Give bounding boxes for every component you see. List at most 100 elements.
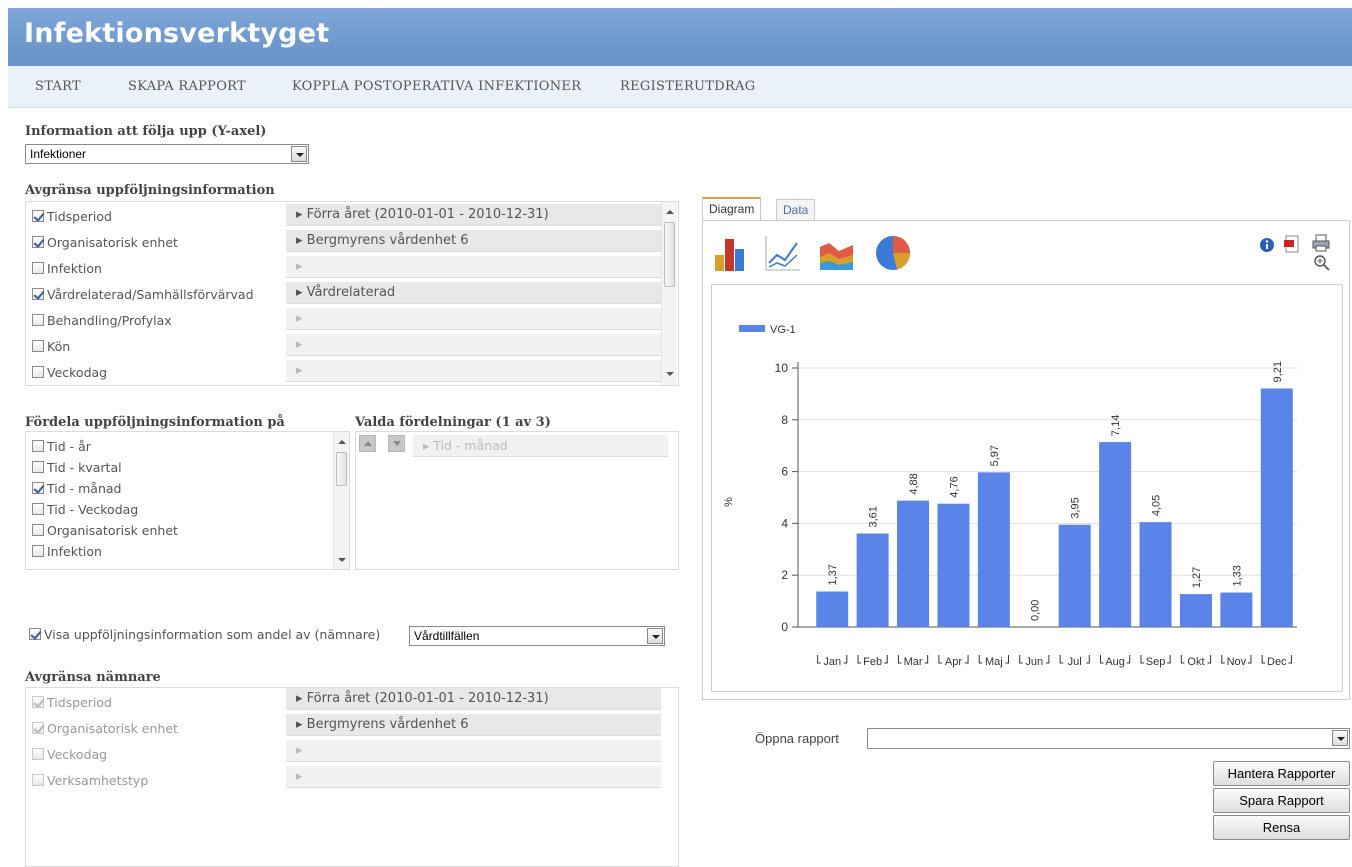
limit-value-kon[interactable]: ▸	[286, 334, 661, 356]
checkbox-kon[interactable]	[32, 340, 44, 352]
dist-row-ar[interactable]: Tid - år	[32, 438, 91, 456]
pdf-icon[interactable]	[1283, 235, 1301, 253]
checkbox-dist-infektion[interactable]	[32, 545, 44, 557]
chevron-down-icon[interactable]	[647, 628, 663, 644]
limit-value-tidsperiod[interactable]: ▸ Förra året (2010-01-01 - 2010-12-31)	[286, 204, 661, 226]
scroll-thumb[interactable]	[664, 222, 675, 287]
limit-value-infektion[interactable]: ▸	[286, 256, 661, 278]
move-up-button[interactable]	[359, 435, 376, 452]
x-tick-bracket	[1005, 655, 1009, 664]
area-chart-icon[interactable]	[817, 233, 857, 273]
limit-value-veckodag[interactable]: ▸	[286, 360, 661, 382]
bar-chart-icon[interactable]	[711, 233, 751, 273]
selected-distribution-text: Tid - månad	[433, 438, 508, 453]
limit-panel: Tidsperiod Organisatorisk enhet Infektio…	[25, 201, 679, 386]
dist-row-manad[interactable]: Tid - månad	[32, 480, 121, 498]
info-icon[interactable]	[1259, 237, 1275, 253]
dist-row-org[interactable]: Organisatorisk enhet	[32, 522, 178, 540]
limit-row-kon[interactable]: Kön	[32, 338, 70, 356]
tab-data[interactable]: Data	[776, 199, 816, 221]
denominator-panel: Tidsperiod Organisatorisk enhet Veckodag…	[25, 687, 679, 867]
bar-value-label: 5,97	[989, 445, 1001, 466]
denom-value-veckodag[interactable]: ▸	[286, 740, 661, 762]
bar-value-label: 7,14	[1110, 415, 1122, 436]
clear-button[interactable]: Rensa	[1213, 815, 1350, 840]
limit-row-org[interactable]: Organisatorisk enhet	[32, 234, 178, 252]
bar	[937, 503, 970, 627]
checkbox-tid-ar[interactable]	[32, 440, 44, 452]
bar	[1220, 592, 1253, 627]
x-tick-bracket	[884, 655, 888, 664]
x-tick-bracket	[978, 655, 983, 664]
dist-row-infektion[interactable]: Infektion	[32, 543, 102, 561]
limit-value-text: Förra året (2010-01-01 - 2010-12-31)	[306, 207, 549, 222]
line-chart-icon[interactable]	[763, 233, 803, 273]
limit-row-infektion[interactable]: Infektion	[32, 260, 102, 278]
denom-row-label: Tidsperiod	[47, 695, 112, 710]
dist-row-veckodag[interactable]: Tid - Veckodag	[32, 501, 138, 519]
checkbox-tid-kvartal[interactable]	[32, 461, 44, 473]
checkbox-org-enhet[interactable]	[32, 236, 44, 248]
checkbox-behandling[interactable]	[32, 314, 44, 326]
x-tick-bracket	[1288, 655, 1292, 664]
yaxis-select[interactable]: Infektioner	[25, 144, 309, 164]
denom-value-org[interactable]: ▸ Bergmyrens vårdenhet 6	[286, 714, 661, 736]
denom-value-text: Förra året (2010-01-01 - 2010-12-31)	[306, 691, 549, 706]
limit-row-tidsperiod[interactable]: Tidsperiod	[32, 208, 112, 226]
limit-value-vardrelaterad[interactable]: ▸ Vårdrelaterad	[286, 282, 661, 304]
scroll-up-icon[interactable]	[338, 440, 346, 444]
scroll-down-icon[interactable]	[666, 372, 674, 376]
nav-koppla-postoperativa[interactable]: KOPPLA POSTOPERATIVA INFEKTIONER	[292, 79, 581, 94]
limit-row-label: Infektion	[47, 261, 102, 276]
limit-row-behandling[interactable]: Behandling/Profylax	[32, 312, 172, 330]
pie-chart-icon[interactable]	[873, 233, 913, 273]
x-tick-bracket	[817, 655, 821, 664]
limit-value-org[interactable]: ▸ Bergmyrens vårdenhet 6	[286, 230, 661, 252]
chevron-down-icon[interactable]	[291, 146, 307, 162]
checkbox-vardrelaterad[interactable]	[32, 288, 44, 300]
zoom-icon[interactable]	[1313, 254, 1331, 272]
checkbox-infektion[interactable]	[32, 262, 44, 274]
selected-distribution-item[interactable]: ▸ Tid - månad	[413, 435, 668, 457]
x-tick-bracket	[1126, 655, 1131, 664]
tab-diagram[interactable]: Diagram	[702, 197, 762, 221]
limit-row-vardrelaterad[interactable]: Vårdrelaterad/Samhällsförvärvad	[32, 286, 254, 304]
distribute-scrollbar[interactable]	[333, 432, 349, 569]
limit-value-behandling[interactable]: ▸	[286, 308, 661, 330]
y-tick-label: 6	[781, 465, 788, 479]
limit-row-veckodag[interactable]: Veckodag	[32, 364, 107, 382]
checkbox-dist-org[interactable]	[32, 524, 44, 536]
app-title: Infektionsverktyget	[24, 18, 330, 49]
checkbox-tid-veckodag[interactable]	[32, 503, 44, 515]
denom-row-veckodag[interactable]: Veckodag	[32, 746, 107, 764]
denom-row-verksamhetstyp[interactable]: Verksamhetstyp	[32, 772, 148, 790]
scroll-up-icon[interactable]	[666, 210, 674, 214]
print-icon[interactable]	[1311, 234, 1331, 252]
nav-skapa-rapport[interactable]: SKAPA RAPPORT	[128, 79, 246, 94]
nav-registerutdrag[interactable]: REGISTERUTDRAG	[620, 79, 755, 94]
checkbox-veckodag[interactable]	[32, 366, 44, 378]
scroll-thumb[interactable]	[336, 452, 347, 486]
checkbox-tid-manad[interactable]	[32, 482, 44, 494]
limit-scrollbar[interactable]	[661, 202, 677, 385]
open-report-select[interactable]	[867, 728, 1350, 749]
denominator-select[interactable]: Vårdtillfällen	[409, 626, 665, 646]
ratio-label: Visa uppföljningsinformation som andel a…	[44, 627, 381, 642]
dist-row-kvartal[interactable]: Tid - kvartal	[32, 459, 122, 477]
denom-value-tidsperiod[interactable]: ▸ Förra året (2010-01-01 - 2010-12-31)	[286, 688, 661, 710]
save-report-button[interactable]: Spara Rapport	[1213, 788, 1350, 813]
nav-start[interactable]: START	[35, 79, 81, 94]
checkbox-denom-verksamhetstyp[interactable]	[32, 774, 44, 786]
chevron-down-icon[interactable]	[1332, 730, 1348, 746]
manage-reports-button[interactable]: Hantera Rapporter	[1213, 761, 1350, 786]
checkbox-ratio[interactable]	[29, 628, 41, 640]
denom-value-verksamhetstyp[interactable]: ▸	[286, 766, 661, 788]
move-down-button[interactable]	[388, 435, 405, 452]
x-tick-bracket	[1059, 655, 1064, 664]
x-tick-label: Jan	[823, 656, 841, 668]
ratio-toggle[interactable]: Visa uppföljningsinformation som andel a…	[29, 626, 380, 644]
checkbox-tidsperiod[interactable]	[32, 210, 44, 222]
scroll-down-icon[interactable]	[338, 558, 346, 562]
x-tick-bracket	[1100, 655, 1104, 664]
checkbox-denom-veckodag[interactable]	[32, 748, 44, 760]
